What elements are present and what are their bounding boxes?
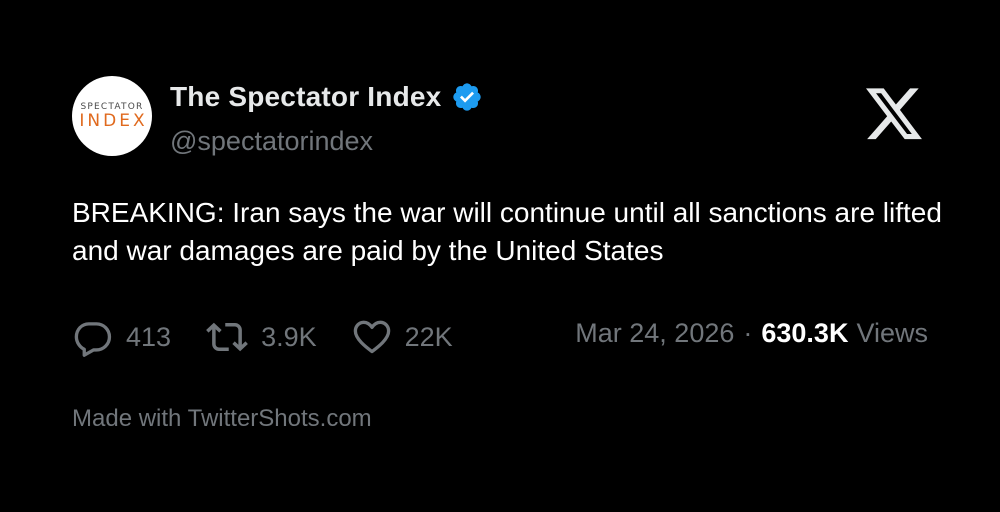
display-name[interactable]: The Spectator Index — [170, 81, 441, 113]
views-count: 630.3K — [761, 318, 849, 348]
avatar-logo-bottom-text: INDEX — [79, 111, 148, 131]
views-label: Views — [856, 318, 928, 348]
retweet-stat[interactable]: 3.9K — [205, 316, 317, 358]
engagement-stats: 413 3.9K 22K — [72, 314, 487, 360]
meta-separator: · — [743, 318, 753, 348]
avatar[interactable]: SPECTATOR INDEX — [72, 76, 152, 156]
reply-stat[interactable]: 413 — [72, 316, 171, 358]
retweet-icon — [205, 316, 249, 358]
reply-icon — [72, 316, 114, 358]
x-logo-icon[interactable] — [866, 88, 924, 142]
tweet-text: BREAKING: Iran says the war will continu… — [72, 197, 942, 266]
tweet-meta: Mar 24, 2026 · 630.3K Views — [575, 318, 928, 349]
like-stat[interactable]: 22K — [351, 316, 453, 358]
tweet-date[interactable]: Mar 24, 2026 — [575, 318, 734, 349]
retweet-count: 3.9K — [261, 321, 317, 352]
heart-icon — [351, 316, 393, 358]
footer-credit: Made with TwitterShots.com — [72, 405, 372, 432]
author-name-row: The Spectator Index — [170, 80, 485, 114]
reply-count: 413 — [126, 321, 172, 352]
handle[interactable]: @spectatorindex — [170, 126, 373, 157]
like-count: 22K — [404, 321, 453, 352]
verified-badge-icon — [451, 80, 485, 114]
